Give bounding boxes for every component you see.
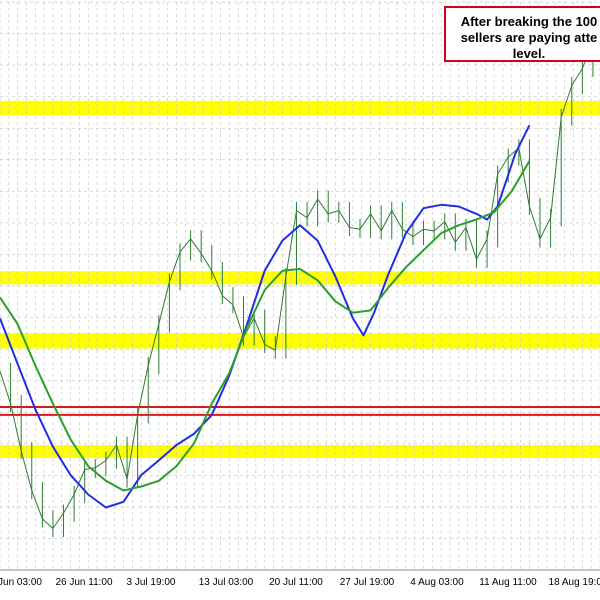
annotation-line-1: After breaking the 100 — [460, 14, 598, 29]
x-tick-label: 11 Aug 11:00 — [479, 577, 537, 588]
annotation-line-2: sellers are paying atte — [460, 30, 598, 45]
x-tick-label: 20 Jul 11:00 — [269, 577, 323, 588]
x-tick-label: 26 Jun 11:00 — [55, 577, 113, 588]
price-chart: Jun 03:00 26 Jun 11:00 3 Jul 19:00 13 Jul 0… — [0, 1, 600, 600]
x-tick-label: 3 Jul 19:00 — [127, 577, 176, 588]
x-tick-label: 18 Aug 19:00 — [549, 577, 600, 588]
x-tick-label: 13 Jul 03:00 — [199, 577, 254, 588]
x-tick-label: 4 Aug 03:00 — [410, 577, 464, 588]
x-tick-label: Jun 03:00 — [0, 577, 42, 588]
x-tick-label: 27 Jul 19:00 — [340, 577, 395, 588]
annotation-line-3: level. — [512, 46, 546, 61]
grid-layer — [0, 1, 600, 571]
chart: Jun 03:00 26 Jun 11:00 3 Jul 19:00 13 Jul 0… — [0, 0, 600, 600]
x-axis: Jun 03:00 26 Jun 11:00 3 Jul 19:00 13 Jul 0… — [0, 569, 600, 600]
annotation-box: After breaking the 100 sellers are payin… — [444, 6, 600, 62]
